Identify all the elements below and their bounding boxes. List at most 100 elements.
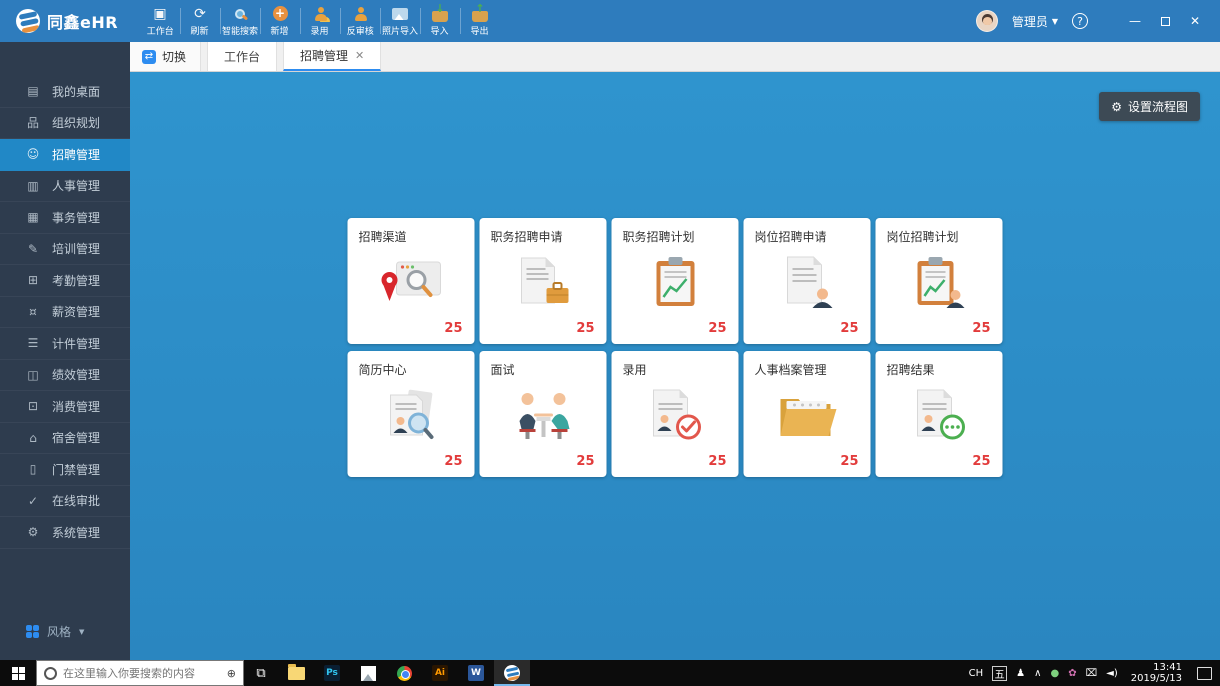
attendance-icon: ⊞ [26, 273, 40, 287]
network-icon[interactable]: ⌧ [1086, 668, 1098, 679]
refresh-button[interactable]: ⟳ 刷新 [180, 0, 220, 42]
photo-import-button[interactable]: 照片导入 [380, 0, 420, 42]
chevron-down-icon: ▼ [79, 628, 84, 636]
sidebar-item-salary[interactable]: ¤ 薪资管理 [0, 297, 130, 329]
clipboard-chart-icon [652, 256, 698, 312]
photoshop-icon: Ps [324, 665, 340, 681]
switch-icon: ⇄ [142, 50, 156, 64]
tab-bar: ⇄ 切换 工作台 招聘管理 ✕ [130, 42, 1220, 72]
photos-icon [361, 666, 376, 681]
taskbar-clock[interactable]: 13:41 2019/5/13 [1127, 662, 1186, 685]
taskbar-photoshop[interactable]: Ps [314, 660, 350, 686]
export-icon: ↑ [472, 5, 488, 22]
illustrator-icon: Ai [432, 665, 448, 681]
card-resume-center[interactable]: 简历中心 25 [348, 351, 475, 477]
training-icon: ✎ [26, 242, 40, 256]
refresh-icon: ⟳ [194, 5, 206, 22]
sidebar-item-online-approval[interactable]: ✓ 在线审批 [0, 486, 130, 518]
sidebar-item-consumption[interactable]: ⊡ 消费管理 [0, 391, 130, 423]
search-input[interactable] [63, 667, 221, 680]
help-button[interactable]: ? [1072, 13, 1088, 29]
hire-button[interactable]: 录用 [300, 0, 340, 42]
volume-icon[interactable]: ◄) [1106, 668, 1118, 679]
workbench-button[interactable]: ▣ 工作台 [140, 0, 180, 42]
hr-icon: ▥ [26, 179, 40, 193]
sidebar-item-dormitory[interactable]: ⌂ 宿舍管理 [0, 423, 130, 455]
tab-workbench[interactable]: 工作台 [207, 42, 277, 71]
language-indicator[interactable]: CH [969, 668, 984, 679]
result-dots-icon [911, 389, 967, 445]
user-menu[interactable]: 管理员 ▼ [1012, 13, 1058, 30]
action-center-icon[interactable] [1197, 667, 1212, 680]
tray-app-icon-1[interactable]: ● [1050, 668, 1059, 679]
maximize-button[interactable] [1150, 7, 1180, 35]
task-view-button[interactable]: ⧉ [244, 660, 278, 686]
tray-app-icon-2[interactable]: ✿ [1068, 668, 1076, 679]
recruit-icon: ☺ [26, 147, 40, 161]
taskbar-word[interactable]: W [458, 660, 494, 686]
unaudit-icon [355, 5, 366, 22]
import-button[interactable]: ↓ 导入 [420, 0, 460, 42]
close-button[interactable]: ✕ [1180, 7, 1210, 35]
piecework-icon: ☰ [26, 336, 40, 350]
taskbar-search[interactable]: ⊕ [36, 660, 244, 686]
system-icon: ⚙ [26, 525, 40, 539]
app-header: 同鑫eHR ▣ 工作台 ⟳ 刷新 智能搜索 + 新增 录用 反审核 照片导入 [0, 0, 1220, 42]
chrome-icon [397, 666, 412, 681]
sidebar-item-piecework[interactable]: ☰ 计件管理 [0, 328, 130, 360]
user-avatar[interactable] [976, 10, 998, 32]
taskbar-ehr-app[interactable] [494, 660, 530, 686]
consumption-icon: ⊡ [26, 399, 40, 413]
sidebar-item-performance[interactable]: ◫ 绩效管理 [0, 360, 130, 392]
card-personnel-archives[interactable]: 人事档案管理 25 [744, 351, 871, 477]
module-card-grid: 招聘渠道 25 [348, 218, 1003, 477]
sidebar-item-system[interactable]: ⚙ 系统管理 [0, 517, 130, 549]
switch-button[interactable]: ⇄ 切换 [130, 42, 201, 71]
sidebar-item-access-control[interactable]: ▯ 门禁管理 [0, 454, 130, 486]
taskbar-file-explorer[interactable] [278, 660, 314, 686]
sidebar-menu: ▤ 我的桌面 品 组织规划 ☺ 招聘管理 ▥ 人事管理 ▦ 事务管理 ✎ 培训管… [0, 76, 130, 549]
card-post-recruit-request[interactable]: 岗位招聘申请 25 [744, 218, 871, 344]
header-right: 管理员 ▼ ? — ✕ [976, 7, 1220, 35]
microphone-icon: ⊕ [227, 667, 236, 680]
tab-recruitment[interactable]: 招聘管理 ✕ [283, 42, 381, 71]
sidebar-item-recruitment[interactable]: ☺ 招聘管理 [0, 139, 130, 171]
card-recruitment-result[interactable]: 招聘结果 [876, 351, 1003, 477]
close-tab-icon[interactable]: ✕ [355, 49, 364, 62]
card-post-recruit-plan[interactable]: 岗位招聘计划 25 [876, 218, 1003, 344]
sidebar-item-attendance[interactable]: ⊞ 考勤管理 [0, 265, 130, 297]
approval-icon: ✓ [26, 494, 40, 508]
sidebar: ▤ 我的桌面 品 组织规划 ☺ 招聘管理 ▥ 人事管理 ▦ 事务管理 ✎ 培训管… [0, 42, 130, 660]
ehr-app-icon [504, 665, 520, 681]
sidebar-item-org-planning[interactable]: 品 组织规划 [0, 108, 130, 140]
unaudit-button[interactable]: 反审核 [340, 0, 380, 42]
import-icon: ↓ [432, 5, 448, 22]
taskbar-photos[interactable] [350, 660, 386, 686]
add-button[interactable]: + 新增 [260, 0, 300, 42]
card-interview[interactable]: 面试 [480, 351, 607, 477]
minimize-button[interactable]: — [1120, 7, 1150, 35]
logo-text: 同鑫eHR [47, 9, 118, 33]
sidebar-item-hr[interactable]: ▥ 人事管理 [0, 171, 130, 203]
sidebar-item-training[interactable]: ✎ 培训管理 [0, 234, 130, 266]
card-hire[interactable]: 录用 25 [612, 351, 739, 477]
folder-icon [776, 391, 838, 443]
export-button[interactable]: ↑ 导出 [460, 0, 500, 42]
style-icon [26, 625, 39, 638]
card-position-recruit-plan[interactable]: 职务招聘计划 25 [612, 218, 739, 344]
card-recruitment-channel[interactable]: 招聘渠道 25 [348, 218, 475, 344]
sidebar-item-affairs[interactable]: ▦ 事务管理 [0, 202, 130, 234]
smart-search-button[interactable]: 智能搜索 [220, 0, 260, 42]
card-position-recruit-request[interactable]: 职务招聘申请 25 [480, 218, 607, 344]
style-switcher[interactable]: 风格 ▼ [0, 623, 130, 660]
start-button[interactable] [0, 660, 36, 686]
taskbar-chrome[interactable] [386, 660, 422, 686]
hidden-icons-chevron[interactable]: ∧ [1034, 668, 1041, 679]
taskbar-illustrator[interactable]: Ai [422, 660, 458, 686]
people-icon[interactable]: ♟ [1016, 668, 1025, 679]
sidebar-item-my-desktop[interactable]: ▤ 我的桌面 [0, 76, 130, 108]
clock-date: 2019/5/13 [1131, 673, 1182, 685]
app-logo: 同鑫eHR [0, 9, 140, 33]
ime-indicator[interactable]: 五 [992, 666, 1007, 681]
set-flowchart-button[interactable]: ⚙ 设置流程图 [1099, 92, 1200, 121]
